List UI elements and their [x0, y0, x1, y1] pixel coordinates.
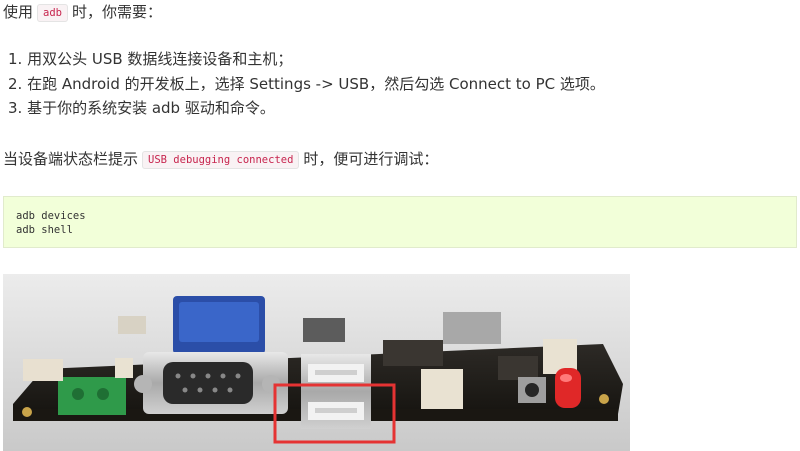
status-text-after: 时，便可进行调试：	[303, 150, 439, 168]
steps-list: 1. 用双公头 USB 数据线连接设备和主机； 2. 在跑 Android 的开…	[8, 47, 605, 121]
status-text-before: 当设备端状态栏提示	[3, 150, 139, 168]
intro-line: 使用 adb 时，你需要：	[3, 1, 162, 24]
intro-text-after: 时，你需要：	[71, 3, 162, 21]
board-illustration	[3, 274, 630, 451]
code-block: adb devices adb shell	[3, 196, 797, 248]
inline-code-adb: adb	[37, 4, 68, 22]
code-line-1: adb devices	[16, 210, 86, 222]
status-line: 当设备端状态栏提示 USB debugging connected 时，便可进行调试…	[3, 148, 438, 171]
list-item: 2. 在跑 Android 的开发板上，选择 Settings -> USB，然…	[8, 74, 605, 93]
list-item: 1. 用双公头 USB 数据线连接设备和主机；	[8, 50, 293, 68]
dev-board-photo	[3, 274, 630, 451]
code-line-2: adb shell	[16, 224, 73, 236]
list-item: 3. 基于你的系统安装 adb 驱动和命令。	[8, 99, 275, 117]
inline-code-usb-debugging: USB debugging connected	[142, 151, 300, 169]
intro-text-before: 使用	[3, 3, 34, 21]
